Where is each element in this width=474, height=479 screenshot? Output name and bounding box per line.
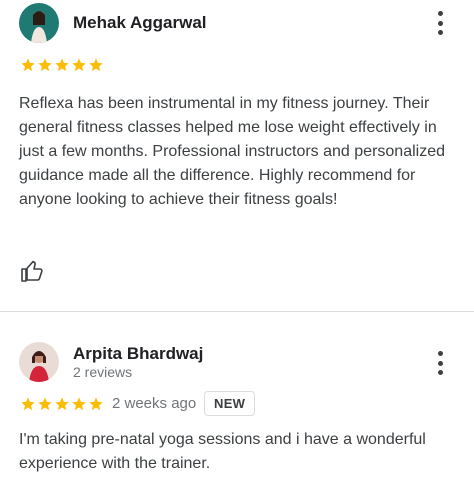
star-icon	[38, 397, 52, 411]
avatar[interactable]	[19, 3, 59, 43]
reviewer-name[interactable]: Arpita Bhardwaj	[73, 344, 203, 364]
star-icon	[55, 397, 69, 411]
more-vert-icon[interactable]	[430, 349, 450, 377]
star-rating	[20, 57, 104, 73]
thumbs-up-icon[interactable]	[20, 259, 44, 283]
more-vert-icon[interactable]	[430, 9, 450, 37]
review-text: Reflexa has been instrumental in my fitn…	[19, 95, 445, 208]
star-icon	[72, 58, 86, 72]
review-time: 2 weeks ago	[112, 395, 197, 412]
star-icon	[38, 58, 52, 72]
new-badge: NEW	[204, 391, 256, 416]
star-icon	[89, 58, 103, 72]
review-text: I'm taking pre-natal yoga sessions and i…	[19, 431, 426, 472]
review-card: Mehak Aggarwal Reflexa has been instrume…	[0, 0, 474, 311]
reviewer-name[interactable]: Mehak Aggarwal	[73, 13, 207, 33]
review-card: Arpita Bhardwaj 2 reviews 2 weeks ago NE…	[0, 312, 474, 479]
star-icon	[21, 397, 35, 411]
star-icon	[89, 397, 103, 411]
star-icon	[72, 397, 86, 411]
avatar[interactable]	[19, 342, 59, 382]
star-icon	[21, 58, 35, 72]
star-rating	[20, 396, 104, 412]
review-count: 2 reviews	[73, 364, 133, 380]
star-icon	[55, 58, 69, 72]
